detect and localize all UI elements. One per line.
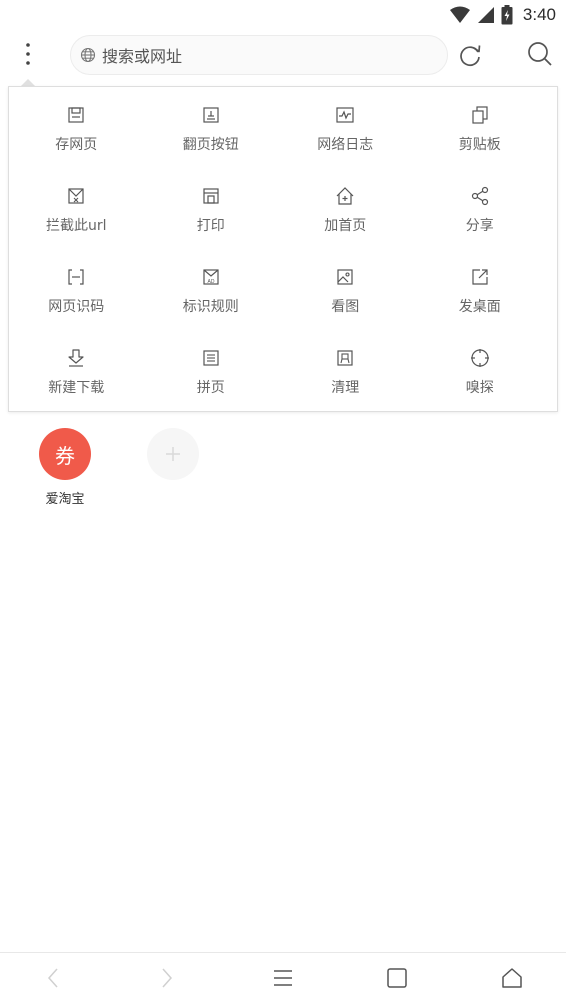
menu-item-clean[interactable]: 清理 (278, 330, 413, 411)
merge-page-icon (203, 350, 219, 366)
menu-item-label: 网络日志 (317, 137, 374, 153)
menu-item-new-download[interactable]: 新建下载 (9, 330, 144, 411)
more-vertical-icon[interactable] (14, 36, 42, 72)
signal-icon (477, 7, 494, 23)
scan-code-icon (68, 269, 84, 285)
menu-item-page-button[interactable]: 翻页按钮 (144, 87, 279, 168)
search-input[interactable]: 搜索或网址 (70, 35, 448, 75)
home-icon[interactable] (499, 965, 525, 991)
image-view-icon (337, 269, 353, 285)
status-bar: 3:40 (0, 0, 566, 30)
ad-rule-icon: AD (203, 269, 219, 285)
globe-icon (80, 47, 96, 63)
menu-item-clipboard[interactable]: 剪贴板 (413, 87, 548, 168)
send-desktop-icon (472, 269, 488, 285)
menu-item-share[interactable]: 分享 (413, 168, 548, 249)
menu-item-scan-code[interactable]: 网页识码 (9, 249, 144, 330)
share-icon (471, 186, 488, 206)
network-log-icon (336, 107, 354, 123)
menu-item-network-log[interactable]: 网络日志 (278, 87, 413, 168)
menu-item-block-url[interactable]: 拦截此url (9, 168, 144, 249)
coupon-icon: 券 (39, 428, 91, 480)
svg-text:AD: AD (207, 279, 214, 285)
menu-item-label: 新建下载 (48, 380, 105, 396)
menu-item-label: 网页识码 (48, 299, 105, 315)
menu-item-send-desktop[interactable]: 发桌面 (413, 249, 548, 330)
menu-item-label: 加首页 (324, 218, 367, 234)
menu-item-label: 剪贴板 (458, 137, 501, 153)
print-icon (203, 188, 219, 204)
menu-item-ad-rule[interactable]: AD 标识规则 (144, 249, 279, 330)
menu-item-label: 清理 (331, 380, 360, 396)
menu-lines-icon[interactable] (270, 965, 296, 991)
menu-item-save-page[interactable]: 存网页 (9, 87, 144, 168)
status-time: 3:40 (522, 5, 556, 24)
menu-item-label: 看图 (331, 299, 360, 315)
menu-item-label: 拦截此url (45, 218, 107, 234)
menu-item-label: 打印 (196, 218, 225, 234)
refresh-icon[interactable] (456, 41, 484, 69)
bottom-nav (0, 952, 566, 1006)
menu-item-label: 标识规则 (182, 299, 239, 315)
search-icon[interactable] (526, 40, 554, 68)
search-placeholder: 搜索或网址 (102, 47, 183, 66)
menu-item-label: 发桌面 (458, 299, 501, 315)
menu-item-label: 拼页 (196, 380, 225, 396)
block-url-icon (68, 188, 84, 204)
add-icon (147, 428, 199, 480)
clipboard-icon (472, 106, 488, 124)
sniff-icon (470, 349, 489, 367)
page-button-icon (203, 107, 219, 123)
menu-item-merge-page[interactable]: 拼页 (144, 330, 279, 411)
shortcut-ai-taobao[interactable]: 券 爱淘宝 (39, 428, 91, 507)
new-download-icon (68, 349, 84, 367)
battery-charging-icon (501, 5, 513, 25)
wifi-icon (449, 6, 470, 23)
add-shortcut-button[interactable] (147, 428, 199, 480)
status-icons: 3:40 (449, 4, 556, 26)
menu-item-sniff[interactable]: 嗅探 (413, 330, 548, 411)
top-bar: 搜索或网址 (0, 32, 566, 78)
menu-item-add-home[interactable]: 加首页 (278, 168, 413, 249)
menu-item-label: 存网页 (55, 137, 98, 153)
add-home-icon (336, 187, 354, 205)
tabs-icon[interactable] (384, 965, 410, 991)
back-icon[interactable] (40, 965, 66, 991)
menu-item-image-view[interactable]: 看图 (278, 249, 413, 330)
menu-item-label: 嗅探 (465, 380, 494, 396)
shortcut-label: 爱淘宝 (45, 492, 85, 507)
tools-menu-grid: 存网页 翻页按钮 网络日志 剪贴板 拦截此url 打印 加首页 分享 网页识码 … (9, 87, 557, 411)
menu-item-label: 翻页按钮 (182, 137, 239, 153)
clean-icon (337, 350, 353, 366)
tools-menu: 存网页 翻页按钮 网络日志 剪贴板 拦截此url 打印 加首页 分享 网页识码 … (8, 86, 558, 412)
menu-item-print[interactable]: 打印 (144, 168, 279, 249)
forward-icon[interactable] (154, 965, 180, 991)
save-page-icon (68, 107, 84, 123)
menu-item-label: 分享 (465, 218, 494, 234)
